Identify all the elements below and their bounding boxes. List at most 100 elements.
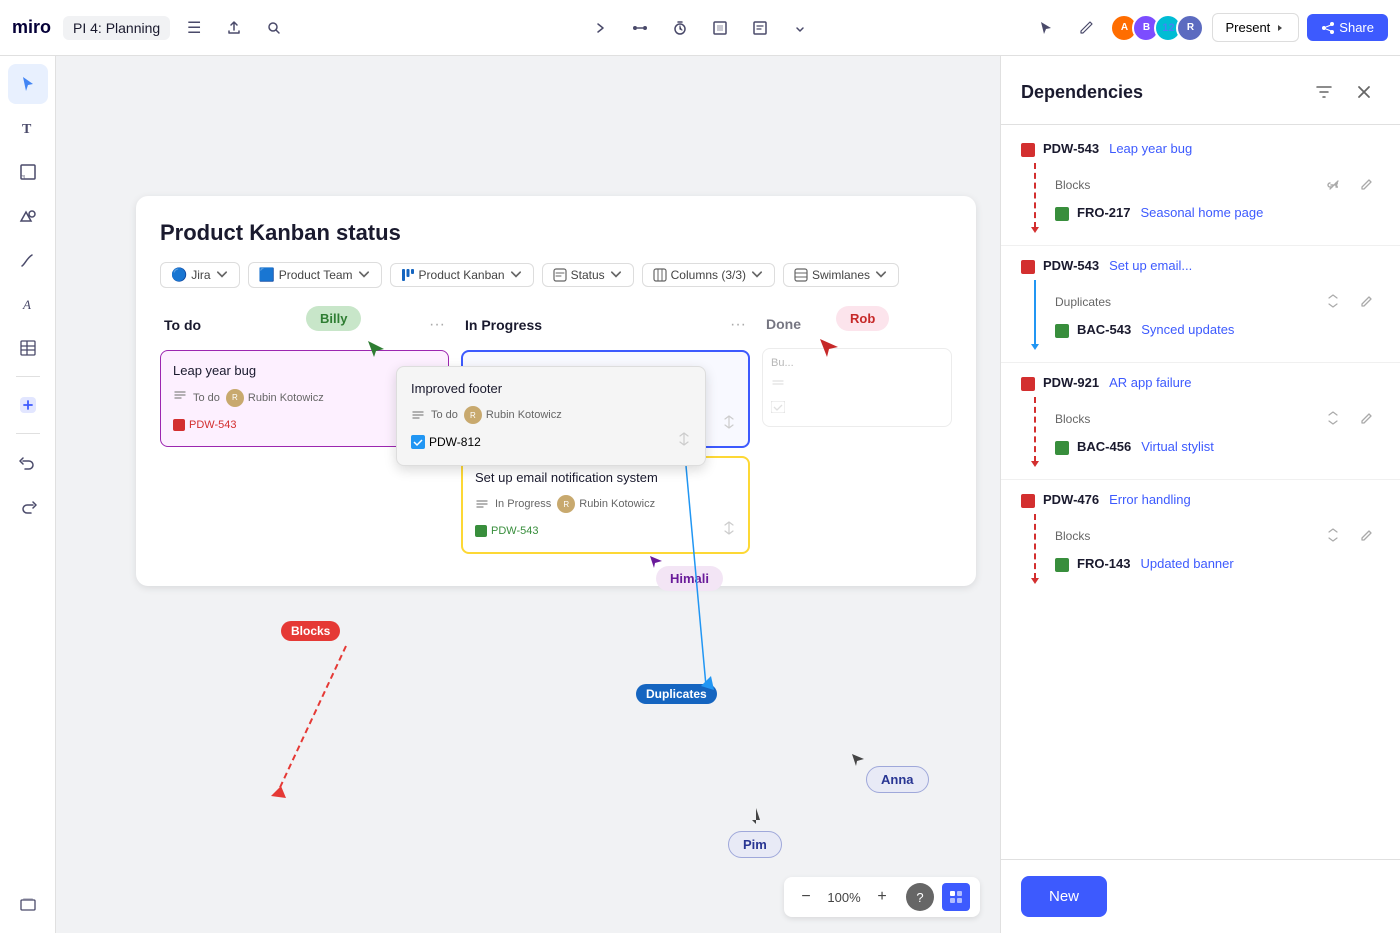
tool-shapes[interactable] <box>8 196 48 236</box>
dep-source-1[interactable]: PDW-543 Leap year bug <box>1021 141 1380 157</box>
deps-filter-btn[interactable] <box>1308 76 1340 108</box>
dependencies-panel: Dependencies PDW-543 Leap year bug <box>1000 56 1400 933</box>
duplicates-badge: Duplicates <box>636 684 717 704</box>
card-status: To do <box>193 392 220 404</box>
dep-source-name-4: Error handling <box>1109 492 1191 507</box>
filter-product-team[interactable]: 🟦 Product Team <box>248 262 382 288</box>
col-header-inprogress: In Progress ··· <box>461 308 750 342</box>
dep-target-1[interactable]: FRO-217 Seasonal home page <box>1055 205 1380 221</box>
dep-unlink-btn-3[interactable] <box>1320 405 1348 433</box>
dep-source-3[interactable]: PDW-921 AR app failure <box>1021 375 1380 391</box>
share-button[interactable]: Share <box>1307 14 1388 41</box>
topbar: miro PI 4: Planning ☰ <box>0 0 1400 56</box>
avatar-group[interactable]: A B 12 R <box>1110 14 1204 42</box>
dep-unlink-btn-2[interactable] <box>1320 288 1348 316</box>
floating-card-improved-footer[interactable]: Improved footer To do R Rubin Kotowicz P… <box>396 366 706 466</box>
tool-sticky[interactable] <box>8 152 48 192</box>
col-title-done: Done <box>766 316 801 332</box>
dep-edit-btn-4[interactable] <box>1352 522 1380 550</box>
card-done-partial[interactable]: Bu... <box>762 348 952 427</box>
sidebar-divider-1 <box>16 376 40 377</box>
card-title: Set up email notification system <box>475 470 736 485</box>
dep-target-2[interactable]: BAC-543 Synced updates <box>1055 322 1380 338</box>
filter-status[interactable]: Status <box>542 263 634 287</box>
menu-icon[interactable]: ☰ <box>178 12 210 44</box>
chevron-down-icon <box>215 268 229 282</box>
dep-target-3[interactable]: BAC-456 Virtual stylist <box>1055 439 1380 455</box>
dep-source-4[interactable]: PDW-476 Error handling <box>1021 492 1380 508</box>
board-title[interactable]: PI 4: Planning <box>63 16 170 40</box>
filter-product-kanban[interactable]: Product Kanban <box>390 263 534 287</box>
dep-group-2: PDW-543 Set up email... Duplicates <box>1001 246 1400 358</box>
tool-undo[interactable] <box>8 442 48 482</box>
cursor-himali: Himali <box>656 566 723 591</box>
dep-source-name-2: Set up email... <box>1109 258 1192 273</box>
dep-rel-label-1: Blocks <box>1055 178 1090 192</box>
search-icon[interactable] <box>258 12 290 44</box>
present-button[interactable]: Present <box>1212 13 1299 42</box>
tool-text[interactable]: T <box>8 108 48 148</box>
tool-redo[interactable] <box>8 486 48 526</box>
sidebar-divider-2 <box>16 433 40 434</box>
dep-edit-btn-2[interactable] <box>1352 288 1380 316</box>
filter-jira[interactable]: 🔵 Jira <box>160 262 240 288</box>
dep-edit-btn-1[interactable] <box>1352 171 1380 199</box>
dep-source-icon-4 <box>1021 494 1035 508</box>
deps-header: Dependencies <box>1001 56 1400 125</box>
tool-letter[interactable]: A <box>8 284 48 324</box>
dep-target-id-2: BAC-543 <box>1077 322 1131 337</box>
assignee-avatar: R <box>226 389 244 407</box>
dep-source-2[interactable]: PDW-543 Set up email... <box>1021 258 1380 274</box>
col-menu-todo[interactable]: ··· <box>429 316 445 334</box>
list-icon <box>173 388 187 407</box>
dep-unlink-btn-1[interactable] <box>1320 171 1348 199</box>
col-menu-inprogress[interactable]: ··· <box>730 316 746 334</box>
floating-card-title: Improved footer <box>411 381 691 396</box>
col-title-inprogress: In Progress <box>465 317 542 333</box>
filter-swimlanes[interactable]: Swimlanes <box>783 263 899 287</box>
tool-layers[interactable] <box>8 885 48 925</box>
dep-rel-label-4: Blocks <box>1055 529 1090 543</box>
dep-relation-row-2: Duplicates <box>1055 282 1380 322</box>
tool-add[interactable] <box>8 385 48 425</box>
floating-card-badge: PDW-812 <box>429 435 481 449</box>
dep-edit-btn-3[interactable] <box>1352 405 1380 433</box>
board-header-title: Product Kanban status <box>160 220 952 246</box>
dep-target-id-1: FRO-217 <box>1077 205 1130 220</box>
svg-text:A: A <box>22 297 31 312</box>
dep-source-name-3: AR app failure <box>1109 375 1191 390</box>
cursor-rob: Rob <box>836 306 889 331</box>
deps-close-btn[interactable] <box>1348 76 1380 108</box>
dep-target-id-4: FRO-143 <box>1077 556 1130 571</box>
cursor-icon[interactable] <box>1030 12 1062 44</box>
pen-icon[interactable] <box>1070 12 1102 44</box>
dep-group-4: PDW-476 Error handling Blocks <box>1001 480 1400 592</box>
deps-title: Dependencies <box>1021 82 1143 103</box>
export-icon[interactable] <box>218 12 250 44</box>
dep-source-id-1: PDW-543 <box>1043 141 1099 156</box>
zoom-minus-btn[interactable]: − <box>794 885 818 909</box>
drag-icon3 <box>722 521 736 540</box>
filter-columns[interactable]: Columns (3/3) <box>642 263 775 287</box>
zoom-help-btn[interactable]: ? <box>906 883 934 911</box>
deps-header-icons <box>1308 76 1380 108</box>
card-setup-email[interactable]: Set up email notification system In Prog… <box>461 456 750 554</box>
dep-unlink-btn-4[interactable] <box>1320 522 1348 550</box>
tool-select[interactable] <box>8 64 48 104</box>
tool-more[interactable] <box>782 10 818 46</box>
board-filters: 🔵 Jira 🟦 Product Team Product Kanban Sta… <box>160 262 952 288</box>
zoom-map-btn[interactable] <box>942 883 970 911</box>
tool-table[interactable] <box>8 328 48 368</box>
tool-connector[interactable] <box>622 10 658 46</box>
tool-timer[interactable] <box>662 10 698 46</box>
topbar-center-tools <box>582 10 818 46</box>
new-dependency-button[interactable]: New <box>1021 876 1107 917</box>
dep-relation-row-4: Blocks <box>1055 516 1380 556</box>
zoom-plus-btn[interactable]: + <box>870 885 894 909</box>
dep-source-id-2: PDW-543 <box>1043 258 1099 273</box>
tool-pen[interactable] <box>8 240 48 280</box>
tool-notes[interactable] <box>742 10 778 46</box>
tool-forward[interactable] <box>582 10 618 46</box>
tool-frame[interactable] <box>702 10 738 46</box>
dep-target-4[interactable]: FRO-143 Updated banner <box>1055 556 1380 572</box>
